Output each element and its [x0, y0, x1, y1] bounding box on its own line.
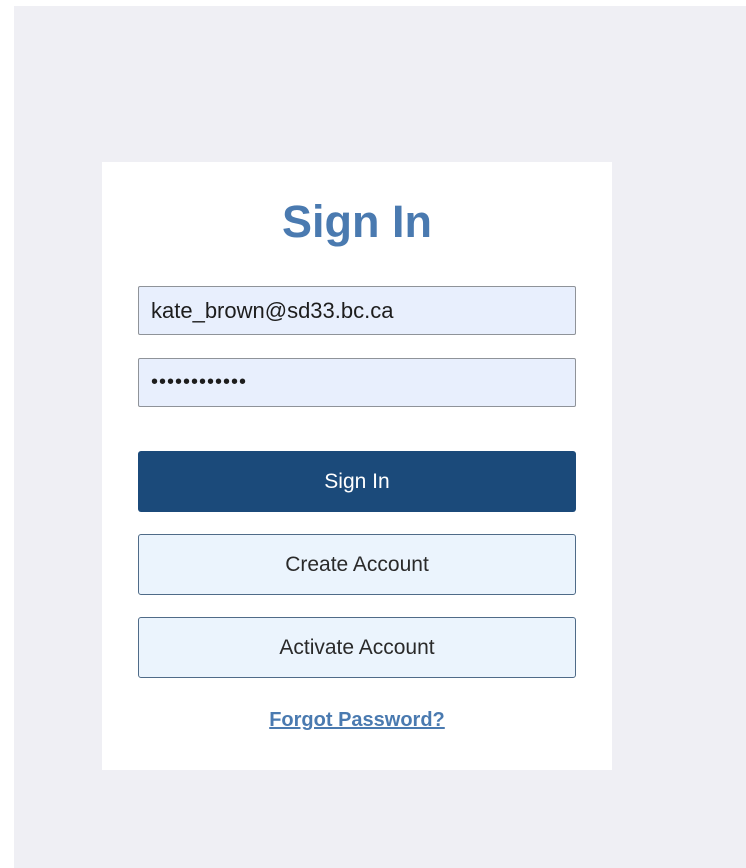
page-title: Sign In: [282, 196, 432, 247]
create-account-button[interactable]: Create Account: [138, 534, 576, 595]
forgot-password-link[interactable]: Forgot Password?: [0, 706, 714, 734]
email-field[interactable]: [138, 286, 576, 335]
password-field[interactable]: [138, 358, 576, 407]
sign-in-button[interactable]: Sign In: [138, 451, 576, 512]
activate-account-button[interactable]: Activate Account: [138, 617, 576, 678]
